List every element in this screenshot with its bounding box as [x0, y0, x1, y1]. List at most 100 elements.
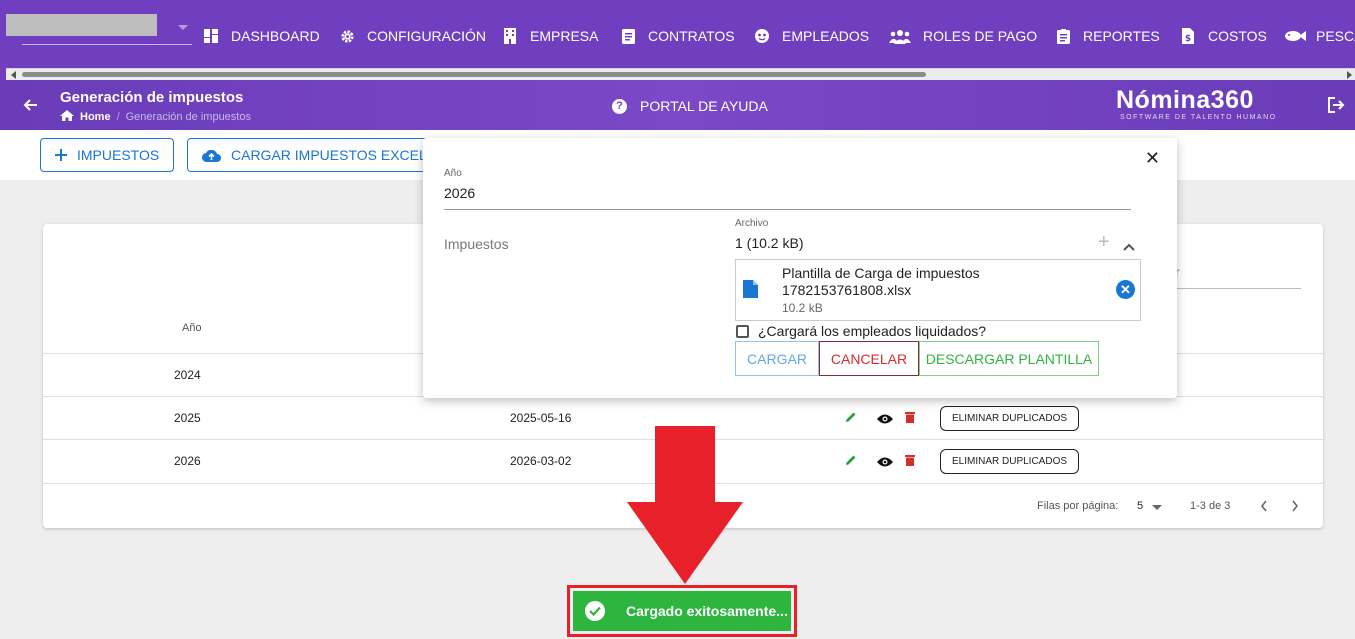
prev-page-icon[interactable]: [1260, 500, 1268, 515]
gear-icon: [339, 28, 355, 44]
annotation-arrow-shaft: [655, 426, 715, 502]
remove-duplicates-button[interactable]: ELIMINAR DUPLICADOS: [940, 406, 1080, 431]
file-size: 10.2 kB: [782, 301, 823, 315]
file-name: Plantilla de Carga de impuestos 17821537…: [782, 265, 980, 298]
search-underline: [1177, 288, 1301, 289]
plus-icon: [55, 149, 67, 161]
column-header-year[interactable]: Año: [182, 322, 202, 334]
file-item: Plantilla de Carga de impuestos 17821537…: [735, 259, 1141, 321]
edit-pencil-icon[interactable]: [845, 410, 857, 428]
scroll-left-icon[interactable]: [11, 71, 16, 79]
breadcrumb-separator: /: [116, 111, 120, 123]
scroll-right-icon[interactable]: [1347, 71, 1352, 79]
upload-dialog: ✕ Año 2026 Impuestos Archivo 1 (10.2 kB)…: [423, 138, 1177, 398]
help-portal-link[interactable]: ? PORTAL DE AYUDA: [612, 98, 768, 114]
nav-label: EMPRESA: [530, 28, 599, 44]
add-impuestos-button[interactable]: IMPUESTOS: [40, 138, 175, 172]
company-select[interactable]: [6, 14, 157, 36]
fish-icon: [1284, 28, 1306, 44]
breadcrumb-home[interactable]: Home: [80, 111, 111, 123]
nav-empleados[interactable]: EMPLEADOS: [754, 26, 869, 46]
cell-date: 2025-05-16: [510, 411, 572, 425]
success-toast: Cargado exitosamente...: [573, 591, 791, 631]
liquidated-employees-checkbox[interactable]: ¿Cargará los empleados liquidados?: [736, 323, 986, 339]
year-field-underline: [444, 209, 1131, 210]
document-icon: [620, 28, 636, 44]
checkbox-label: ¿Cargará los empleados liquidados?: [758, 323, 987, 339]
descargar-plantilla-button[interactable]: DESCARGAR PLANTILLA: [919, 341, 1099, 376]
cell-year: 2026: [174, 454, 201, 468]
upload-excel-button[interactable]: CARGAR IMPUESTOS EXCEL: [187, 138, 442, 172]
page-title: Generación de impuestos: [60, 89, 244, 106]
annotation-arrow-head: [627, 502, 743, 584]
pagination-range: 1-3 de 3: [1190, 500, 1231, 512]
add-impuestos-label: IMPUESTOS: [77, 147, 160, 163]
building-icon: [502, 28, 518, 44]
checkbox-box[interactable]: [736, 324, 749, 338]
nav-configuracion[interactable]: CONFIGURACIÓN: [339, 26, 486, 46]
check-circle-icon: [585, 601, 605, 621]
remove-file-icon[interactable]: ✕: [1116, 280, 1135, 299]
brand-tagline: SOFTWARE DE TALENTO HUMANO: [1120, 114, 1277, 121]
help-icon: ?: [612, 98, 627, 114]
nav-roles-de-pago[interactable]: ROLES DE PAGO: [889, 26, 1037, 46]
next-page-icon[interactable]: [1291, 500, 1299, 515]
nav-label: EMPLEADOS: [782, 28, 870, 44]
nav-label: REPORTES: [1083, 28, 1160, 44]
dashboard-icon: [203, 28, 219, 44]
cancelar-button[interactable]: CANCELAR: [819, 341, 919, 376]
chevron-down-icon[interactable]: [178, 25, 188, 30]
cargar-button[interactable]: CARGAR: [735, 341, 819, 376]
close-icon[interactable]: ✕: [1145, 148, 1160, 169]
upload-excel-label: CARGAR IMPUESTOS EXCEL: [231, 147, 427, 163]
add-file-icon[interactable]: +: [1098, 231, 1110, 254]
impuestos-label: Impuestos: [444, 236, 509, 252]
svg-text:$: $: [1185, 34, 1191, 44]
nav-reportes[interactable]: REPORTES: [1055, 26, 1160, 46]
company-select-underline: [22, 44, 192, 45]
nav-empresa[interactable]: EMPRESA: [502, 26, 598, 46]
nav-pesca[interactable]: PESCA: [1284, 26, 1355, 46]
rows-per-page-label: Filas por página:: [1037, 500, 1119, 512]
logout-icon[interactable]: [1328, 97, 1345, 118]
cell-year: 2025: [174, 411, 201, 425]
nav-contratos[interactable]: CONTRATOS: [620, 26, 735, 46]
breadcrumb-current: Generación de impuestos: [125, 111, 251, 123]
group-icon: [889, 28, 911, 44]
scrollbar-thumb[interactable]: [22, 72, 926, 77]
nav-label: CONTRATOS: [648, 28, 735, 44]
eye-icon[interactable]: [877, 411, 893, 429]
trash-icon[interactable]: [905, 410, 915, 428]
nav-costos[interactable]: $ COSTOS: [1180, 26, 1267, 46]
users-face-icon: [754, 28, 770, 44]
toast-message: Cargado exitosamente...: [626, 603, 788, 619]
top-nav: DASHBOARD CONFIGURACIÓN EMPRESA CONTRATO…: [0, 0, 1355, 68]
chevron-down-icon[interactable]: [1152, 505, 1162, 510]
cloud-upload-icon: [202, 148, 221, 162]
nav-dashboard[interactable]: DASHBOARD: [203, 26, 320, 46]
nav-label: ROLES DE PAGO: [923, 28, 1038, 44]
chevron-up-icon[interactable]: [1123, 238, 1135, 256]
nav-label: COSTOS: [1208, 28, 1267, 44]
file-icon: [743, 280, 758, 303]
rows-per-page-select[interactable]: 5: [1137, 500, 1143, 512]
clipboard-icon: [1055, 28, 1071, 44]
year-field[interactable]: 2026: [444, 185, 475, 201]
nav-label: DASHBOARD: [231, 28, 320, 44]
trash-icon[interactable]: [905, 453, 915, 471]
edit-pencil-icon[interactable]: [845, 453, 857, 471]
cell-date: 2026-03-02: [510, 454, 572, 468]
dollar-file-icon: $: [1180, 28, 1196, 44]
archivo-label: Archivo: [735, 218, 769, 229]
horizontal-scrollbar[interactable]: [6, 68, 1355, 80]
brand-logo: Nómina360: [1116, 86, 1254, 114]
nav-label: CONFIGURACIÓN: [367, 28, 486, 44]
eye-icon[interactable]: [877, 454, 893, 472]
remove-duplicates-button[interactable]: ELIMINAR DUPLICADOS: [940, 449, 1080, 474]
home-icon[interactable]: [60, 110, 74, 124]
nav-label: PESCA: [1316, 28, 1355, 44]
back-arrow-icon[interactable]: [22, 97, 38, 118]
breadcrumb: Home / Generación de impuestos: [60, 110, 251, 124]
file-count: 1 (10.2 kB): [735, 235, 804, 251]
help-label: PORTAL DE AYUDA: [640, 98, 768, 114]
